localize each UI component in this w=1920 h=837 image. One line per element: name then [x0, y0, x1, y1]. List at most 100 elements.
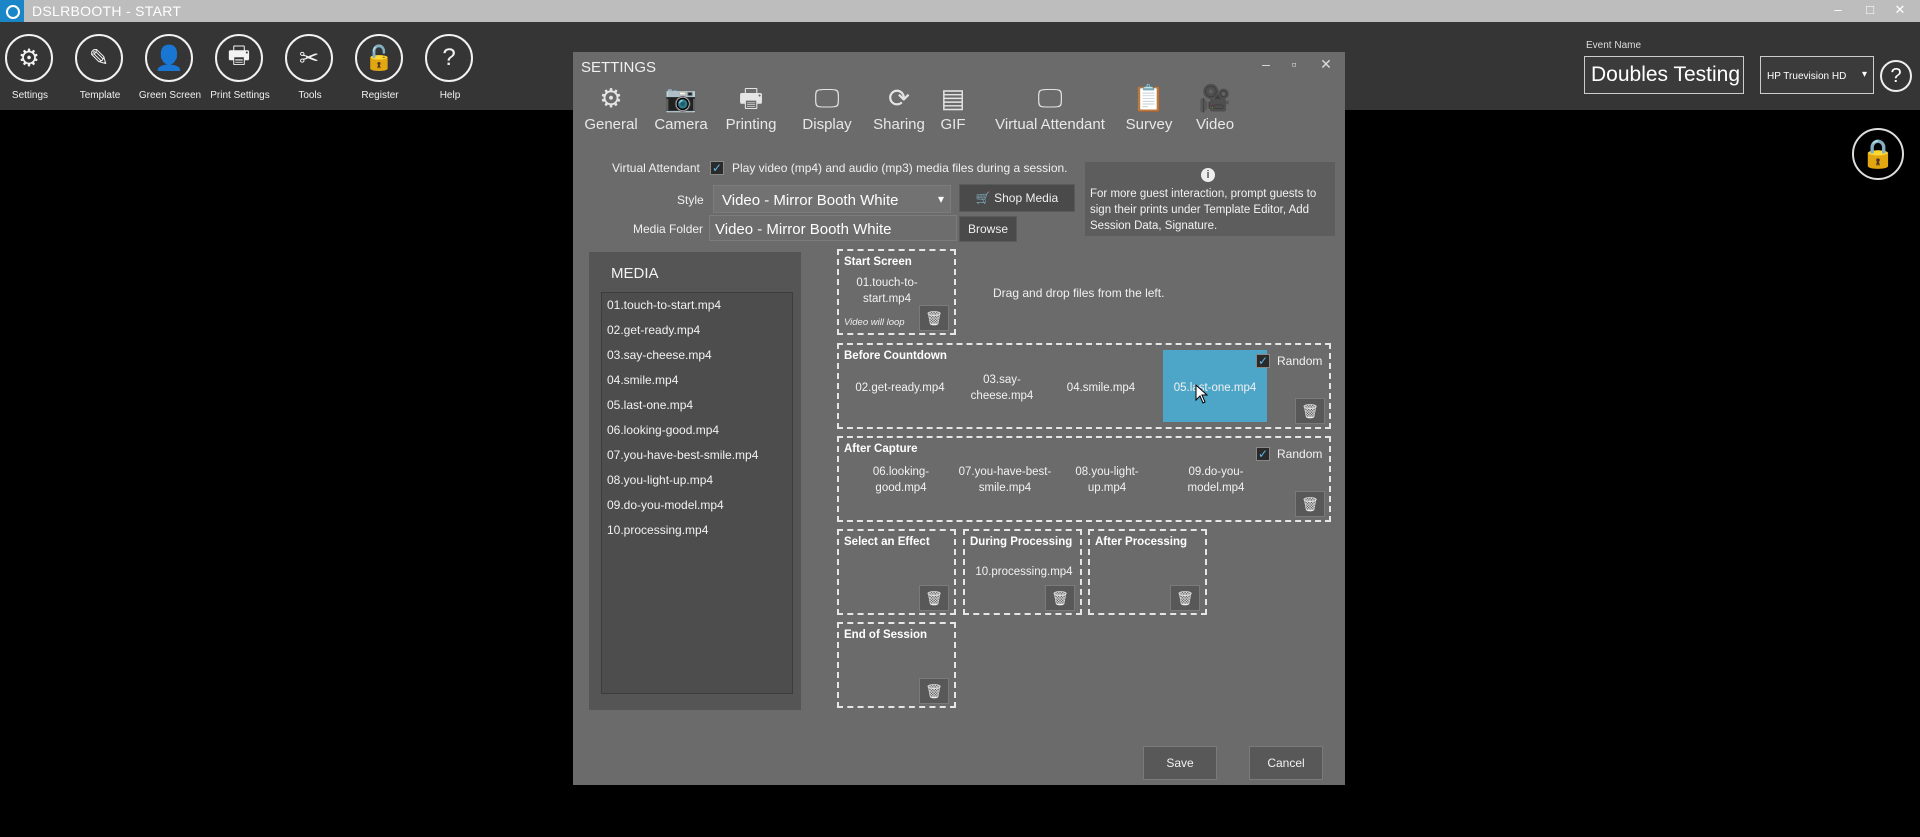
style-select-value: Video - Mirror Booth White — [722, 192, 899, 209]
event-name-field[interactable]: Doubles Testing — [1584, 56, 1744, 94]
dialog-minimize-button[interactable]: – — [1255, 56, 1277, 72]
close-button[interactable]: ✕ — [1888, 2, 1912, 18]
end-of-session-dropzone[interactable]: End of Session 🗑 — [837, 622, 956, 708]
camera-select[interactable]: HP Truevision HD ▾ — [1760, 56, 1874, 94]
media-file-item[interactable]: 09.do-you-model.mp4 — [607, 498, 724, 512]
random-label: Random — [1277, 447, 1323, 461]
before-countdown-file-selected[interactable]: 05.last-one.mp4 — [1163, 380, 1267, 396]
trash-icon[interactable]: 🗑 — [1295, 398, 1325, 424]
media-title: MEDIA — [611, 265, 659, 282]
lock-icon[interactable]: 🔒 — [1852, 128, 1904, 180]
maximize-button[interactable]: □ — [1858, 2, 1882, 17]
before-countdown-file[interactable]: 02.get-ready.mp4 — [845, 380, 955, 396]
media-folder-field[interactable]: Video - Mirror Booth White — [709, 215, 957, 241]
app-icon — [0, 0, 24, 22]
after-capture-random-checkbox[interactable]: ✓ — [1256, 447, 1270, 461]
tab-general[interactable]: ⚙ General — [583, 82, 639, 142]
after-capture-file[interactable]: 09.do-you-model.mp4 — [1173, 464, 1259, 496]
after-processing-dropzone[interactable]: After Processing 🗑 — [1088, 529, 1207, 615]
trash-icon[interactable]: 🗑 — [919, 305, 949, 331]
tab-label: General — [584, 116, 638, 133]
before-countdown-file[interactable]: 03.say-cheese.mp4 — [967, 372, 1037, 404]
tab-display[interactable]: 🖵 Display — [799, 82, 855, 142]
toolbar-help-button[interactable]: ? Help — [415, 30, 485, 110]
before-countdown-dropzone[interactable]: Before Countdown 02.get-ready.mp4 03.say… — [837, 343, 1331, 429]
minimize-button[interactable]: – — [1826, 2, 1850, 17]
tools-icon: ✂ — [285, 34, 333, 82]
virtual-attendant-label: Virtual Attendant — [612, 161, 700, 175]
trash-icon[interactable]: 🗑 — [1170, 585, 1200, 611]
person-icon: 👤 — [145, 34, 193, 82]
printer-icon: 🖶 — [738, 83, 764, 113]
browse-button[interactable]: Browse — [959, 216, 1017, 242]
start-screen-dropzone[interactable]: Start Screen 01.touch-to-start.mp4 Video… — [837, 249, 956, 335]
gif-icon: ▤ — [940, 83, 966, 113]
after-capture-dropzone[interactable]: After Capture 06.looking-good.mp4 07.you… — [837, 436, 1331, 522]
after-capture-file[interactable]: 07.you-have-best-smile.mp4 — [953, 464, 1057, 496]
dialog-maximize-button[interactable]: ▫ — [1283, 56, 1305, 72]
monitor-icon: 🖵 — [814, 83, 840, 113]
help-circle-icon[interactable]: ? — [1880, 60, 1912, 92]
video-camera-icon: 🎥 — [1198, 83, 1232, 113]
random-label: Random — [1277, 354, 1323, 368]
after-capture-file[interactable]: 06.looking-good.mp4 — [861, 464, 941, 496]
gear-icon: ⚙ — [599, 83, 623, 113]
start-screen-file[interactable]: 01.touch-to-start.mp4 — [855, 275, 919, 307]
sharing-icon: ⟳ — [888, 83, 910, 113]
dialog-close-button[interactable]: ✕ — [1315, 56, 1337, 73]
dialog-title: SETTINGS — [581, 59, 657, 76]
trash-icon[interactable]: 🗑 — [1295, 491, 1325, 517]
trash-icon[interactable]: 🗑 — [919, 678, 949, 704]
monitor-icon: 🖵 — [1037, 83, 1063, 113]
shop-media-label: Shop Media — [994, 191, 1059, 205]
media-file-item[interactable]: 05.last-one.mp4 — [607, 398, 693, 412]
unlock-icon: 🔓 — [355, 34, 403, 82]
shop-media-button[interactable]: 🛒 Shop Media — [959, 184, 1075, 212]
media-file-item[interactable]: 06.looking-good.mp4 — [607, 423, 719, 437]
tab-gif[interactable]: ▤ GIF — [935, 82, 971, 142]
tab-virtual-attendant[interactable]: 🖵 Virtual Attendant — [991, 82, 1109, 142]
drag-drop-hint: Drag and drop files from the left. — [993, 286, 1165, 300]
event-name-label: Event Name — [1586, 40, 1642, 51]
save-button[interactable]: Save — [1143, 746, 1217, 780]
start-screen-title: Start Screen — [844, 256, 912, 268]
tab-video[interactable]: 🎥 Video — [1187, 82, 1243, 142]
tab-survey[interactable]: 📋 Survey — [1121, 82, 1177, 142]
tab-label: Survey — [1125, 116, 1173, 133]
tab-label: Video — [1195, 116, 1235, 133]
during-processing-dropzone[interactable]: During Processing 10.processing.mp4 🗑 — [963, 529, 1082, 615]
during-processing-file[interactable]: 10.processing.mp4 — [969, 564, 1079, 580]
chevron-down-icon: ▾ — [1861, 69, 1867, 80]
after-capture-file[interactable]: 08.you-light-up.mp4 — [1067, 464, 1147, 496]
trash-icon[interactable]: 🗑 — [919, 585, 949, 611]
help-icon: ? — [425, 34, 473, 82]
mouse-cursor-icon — [1195, 384, 1209, 404]
tab-label: GIF — [940, 116, 966, 133]
tab-sharing[interactable]: ⟳ Sharing — [871, 82, 927, 142]
trash-icon[interactable]: 🗑 — [1045, 585, 1075, 611]
before-countdown-random-checkbox[interactable]: ✓ — [1256, 354, 1270, 368]
style-select[interactable]: Video - Mirror Booth White ▾ — [713, 185, 951, 213]
media-file-item[interactable]: 01.touch-to-start.mp4 — [607, 298, 721, 312]
before-countdown-title: Before Countdown — [844, 350, 947, 362]
toolbar-label: Help — [439, 90, 461, 101]
media-list[interactable]: 01.touch-to-start.mp4 02.get-ready.mp4 0… — [601, 292, 793, 694]
before-countdown-file[interactable]: 04.smile.mp4 — [1061, 380, 1141, 396]
media-file-item[interactable]: 03.say-cheese.mp4 — [607, 348, 712, 362]
media-file-item[interactable]: 04.smile.mp4 — [607, 373, 678, 387]
info-text: For more guest interaction, prompt guest… — [1090, 188, 1317, 232]
media-file-item[interactable]: 07.you-have-best-smile.mp4 — [607, 448, 758, 462]
after-capture-title: After Capture — [844, 443, 918, 455]
info-box: i For more guest interaction, prompt gue… — [1085, 162, 1335, 236]
media-file-item[interactable]: 02.get-ready.mp4 — [607, 323, 700, 337]
virtual-attendant-checkbox[interactable]: ✓ — [710, 161, 724, 175]
media-file-item[interactable]: 10.processing.mp4 — [607, 523, 708, 537]
media-file-item[interactable]: 08.you-light-up.mp4 — [607, 473, 713, 487]
virtual-attendant-description: Play video (mp4) and audio (mp3) media f… — [732, 161, 1068, 175]
cancel-button[interactable]: Cancel — [1249, 746, 1323, 780]
tab-printing[interactable]: 🖶 Printing — [723, 82, 779, 142]
tab-label: Virtual Attendant — [995, 116, 1105, 133]
select-effect-dropzone[interactable]: Select an Effect 🗑 — [837, 529, 956, 615]
during-processing-title: During Processing — [970, 536, 1073, 548]
tab-camera[interactable]: 📷 Camera — [653, 82, 709, 142]
